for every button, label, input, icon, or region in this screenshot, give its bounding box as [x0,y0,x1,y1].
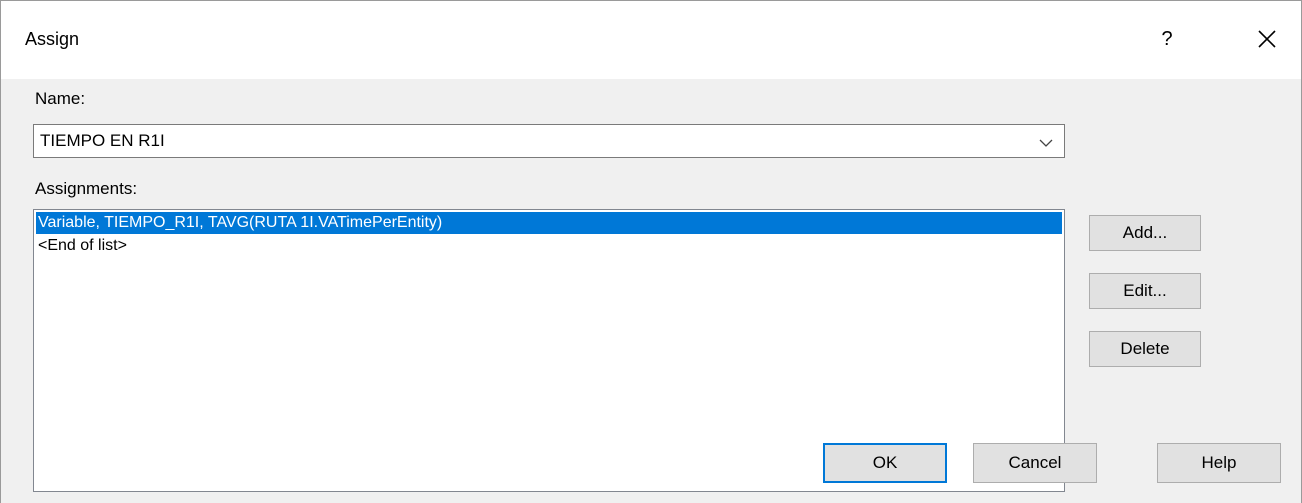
help-question-icon[interactable]: ? [1155,25,1179,53]
assignments-label: Assignments: [35,179,138,198]
name-label: Name: [35,89,86,108]
chevron-down-icon[interactable] [1038,135,1054,149]
name-combobox[interactable]: TIEMPO EN R1I [33,124,1065,158]
add-button[interactable]: Add... [1089,215,1201,251]
name-combobox-value: TIEMPO EN R1I [40,131,165,150]
list-item[interactable]: Variable, TIEMPO_R1I, TAVG(RUTA 1I.VATim… [36,212,1062,234]
delete-button[interactable]: Delete [1089,331,1201,367]
title-bar: Assign ? [1,1,1301,79]
cancel-button[interactable]: Cancel [973,443,1097,483]
help-button[interactable]: Help [1157,443,1281,483]
ok-button[interactable]: OK [823,443,947,483]
close-icon[interactable] [1253,23,1281,53]
edit-button[interactable]: Edit... [1089,273,1201,309]
list-item[interactable]: <End of list> [36,235,127,257]
assign-dialog: Assign ? Name: TIEMPO EN R1I Assignments… [0,0,1302,503]
dialog-title: Assign [25,29,80,49]
dialog-body: Name: TIEMPO EN R1I Assignments: Variabl… [1,79,1301,503]
